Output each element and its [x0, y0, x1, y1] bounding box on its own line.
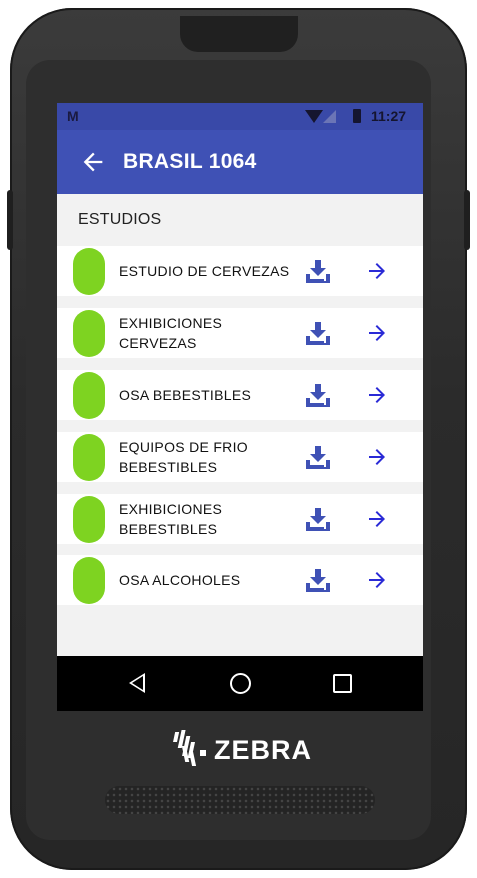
arrow-right-icon[interactable]: [365, 383, 389, 407]
device-top-notch: [180, 16, 298, 52]
list-item[interactable]: ESTUDIO DE CERVEZAS: [57, 246, 423, 296]
list-item[interactable]: EQUIPOS DE FRIO BEBESTIBLES: [57, 432, 423, 482]
arrow-left-icon[interactable]: [79, 148, 107, 176]
signal-icon: [323, 110, 336, 123]
arrow-right-icon[interactable]: [365, 568, 389, 592]
list-item[interactable]: OSA ALCOHOLES: [57, 555, 423, 605]
study-label: ESTUDIO DE CERVEZAS: [119, 263, 290, 279]
study-label: OSA ALCOHOLES: [119, 572, 241, 588]
status-time: 11:27: [371, 108, 407, 124]
section-title: ESTUDIOS: [78, 211, 162, 228]
arrow-right-icon[interactable]: [365, 507, 389, 531]
screen: M 11:27 BRASIL 1064 ESTUDIOS ESTUDIO DE …: [57, 103, 423, 711]
nav-home-icon[interactable]: [230, 673, 251, 694]
notification-icon: M: [67, 108, 79, 124]
status-indicator: [73, 434, 105, 481]
download-icon[interactable]: [305, 320, 331, 346]
battery-icon: [353, 109, 361, 123]
arrow-right-icon[interactable]: [365, 259, 389, 283]
download-icon[interactable]: [305, 382, 331, 408]
device-side-button-left: [7, 190, 13, 250]
wifi-icon: [305, 110, 323, 123]
arrow-right-icon[interactable]: [365, 321, 389, 345]
page-title: BRASIL 1064: [123, 150, 257, 173]
system-nav-bar: [57, 656, 423, 711]
brand-name: ZEBRA: [214, 735, 312, 765]
study-label: EQUIPOS DE FRIO BEBESTIBLES: [119, 439, 248, 475]
list-item[interactable]: EXHIBICIONES BEBESTIBLES: [57, 494, 423, 544]
study-label: EXHIBICIONES CERVEZAS: [119, 315, 223, 351]
nav-recents-icon[interactable]: [333, 674, 352, 693]
arrow-right-icon[interactable]: [365, 445, 389, 469]
status-indicator: [73, 310, 105, 357]
download-icon[interactable]: [305, 444, 331, 470]
status-indicator: [73, 372, 105, 419]
brand-logo: ZEBRA: [172, 728, 312, 772]
zebra-logo-icon: [173, 730, 206, 766]
nav-back-icon-inner: [132, 676, 143, 690]
status-indicator: [73, 248, 105, 295]
study-label: OSA BEBESTIBLES: [119, 387, 252, 403]
device-speaker-grille: [105, 786, 375, 814]
list-item[interactable]: OSA BEBESTIBLES: [57, 370, 423, 420]
download-icon[interactable]: [305, 258, 331, 284]
status-indicator: [73, 557, 105, 604]
list-item[interactable]: EXHIBICIONES CERVEZAS: [57, 308, 423, 358]
status-indicator: [73, 496, 105, 543]
app-bar: BRASIL 1064: [57, 130, 423, 194]
download-icon[interactable]: [305, 567, 331, 593]
device-side-button-right: [464, 190, 470, 250]
download-icon[interactable]: [305, 506, 331, 532]
status-bar: M 11:27: [57, 103, 423, 130]
study-label: EXHIBICIONES BEBESTIBLES: [119, 501, 223, 537]
